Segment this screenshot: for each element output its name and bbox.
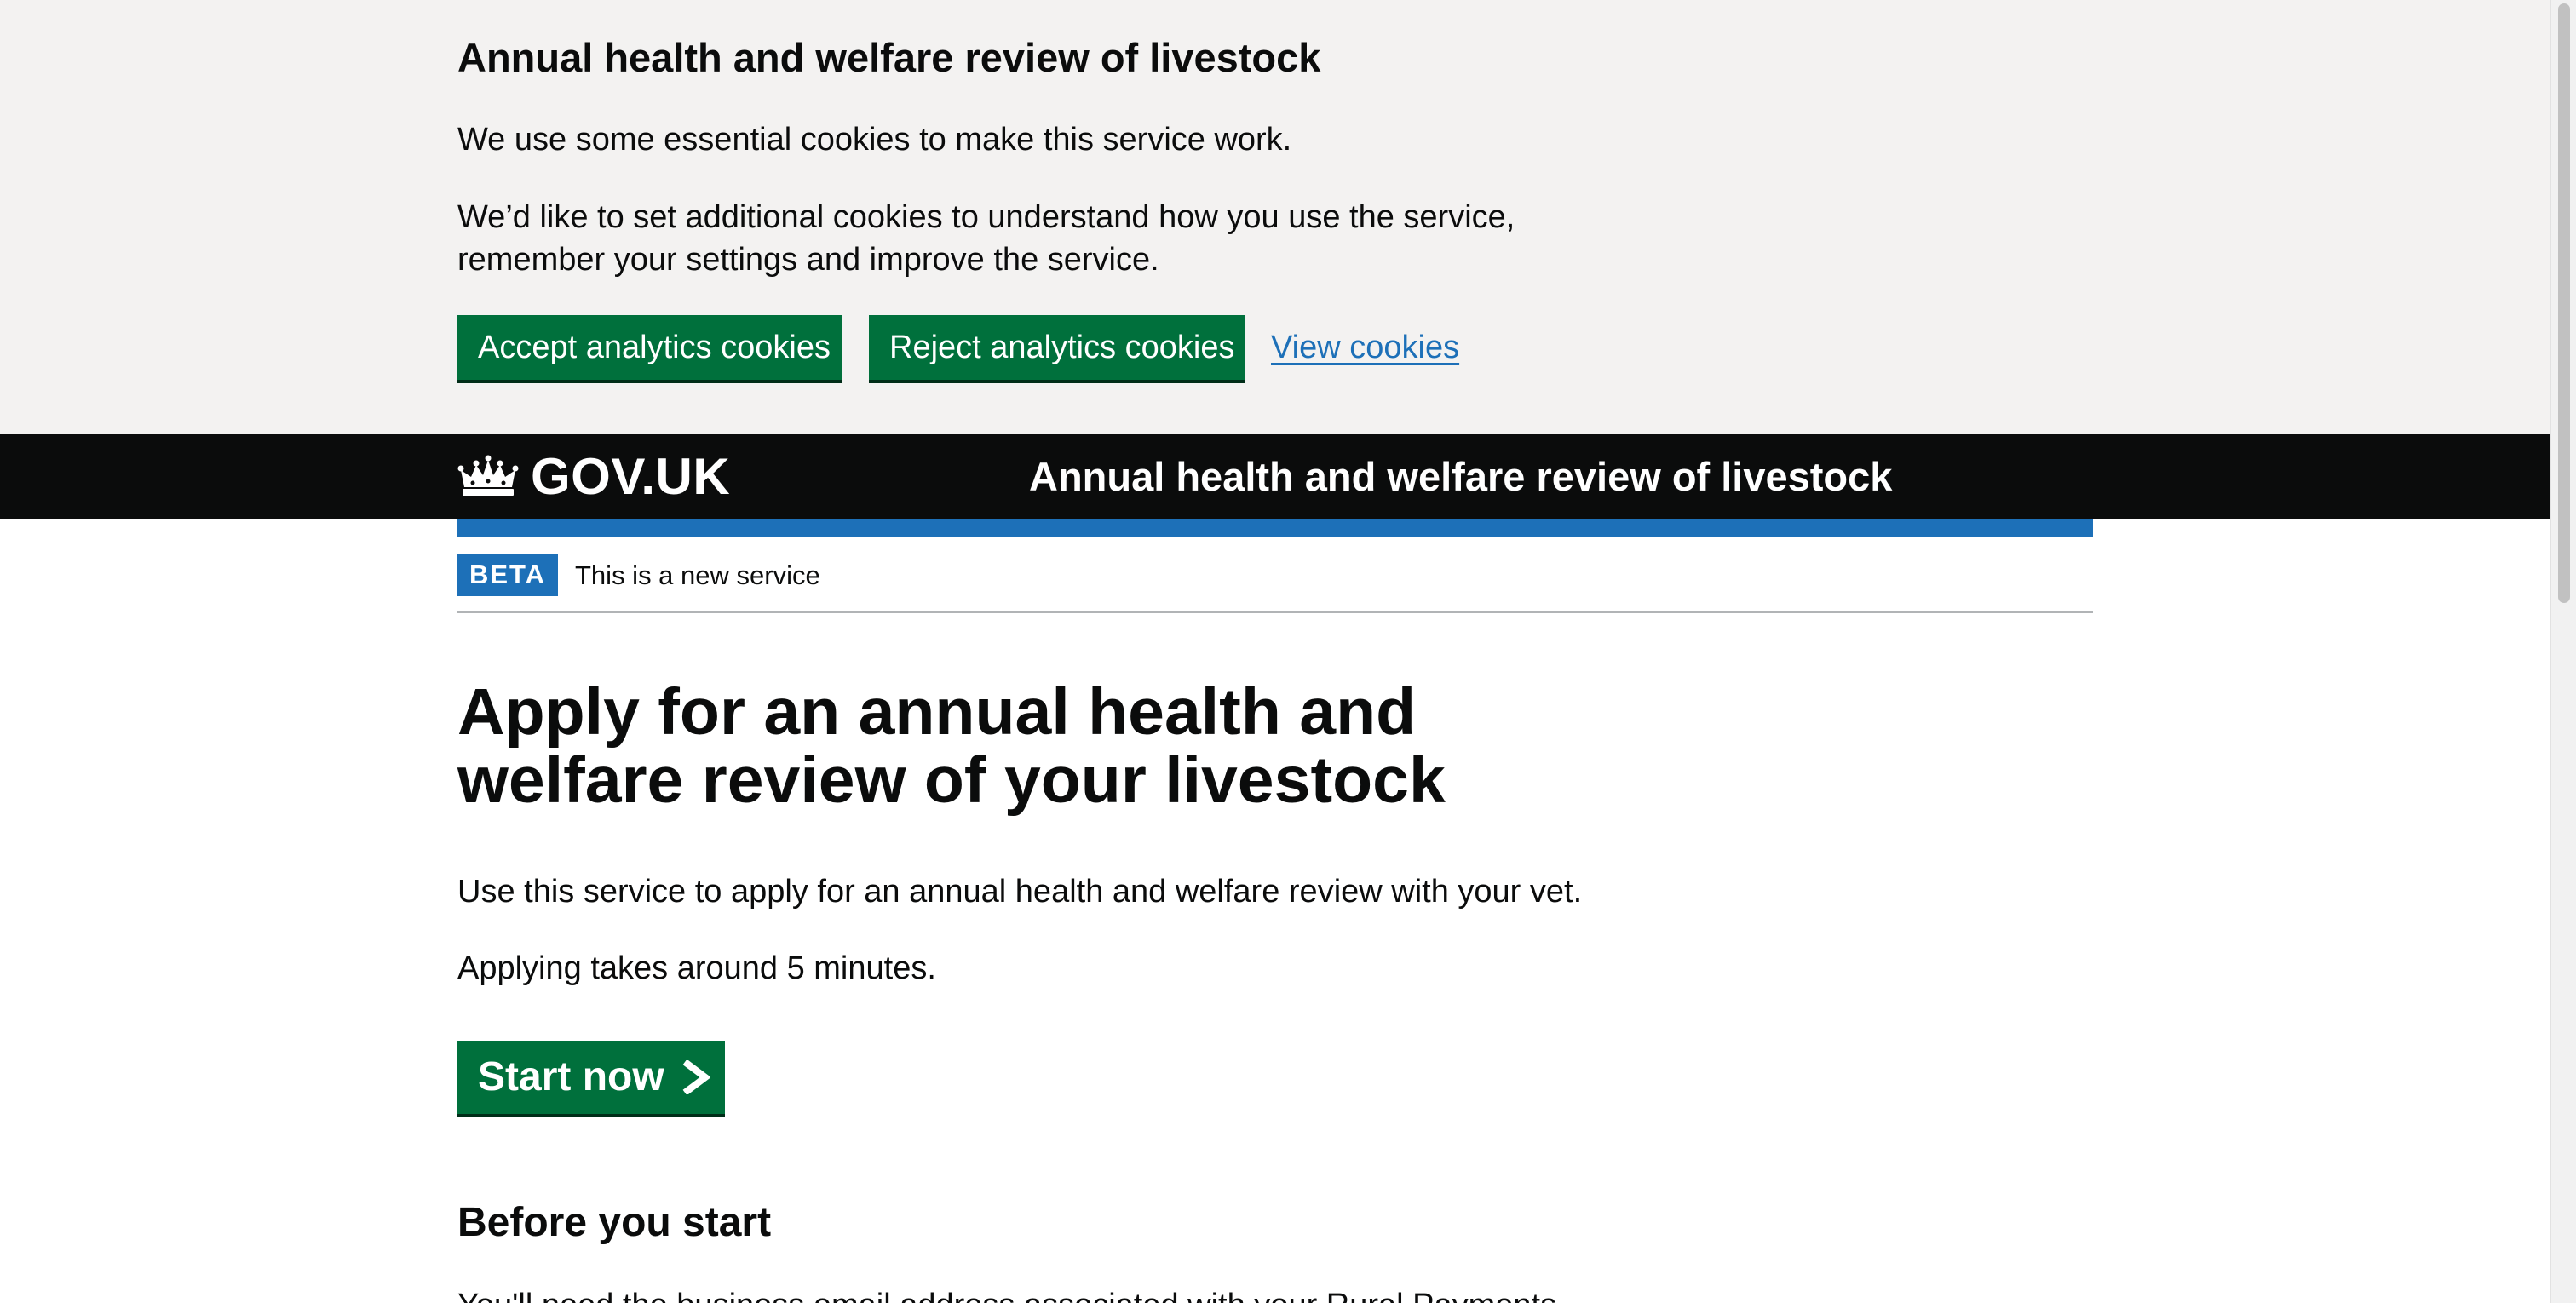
- view-cookies-link[interactable]: View cookies: [1271, 325, 1459, 370]
- start-now-label: Start now: [478, 1054, 664, 1099]
- intro-text: Use this service to apply for an annual …: [457, 874, 1583, 910]
- before-you-start-heading: Before you start: [457, 1200, 772, 1245]
- beta-tag: BETA: [457, 554, 558, 596]
- reject-analytics-cookies-button[interactable]: Reject analytics cookies: [869, 315, 1245, 380]
- cookie-banner: Annual health and welfare review of live…: [0, 0, 2550, 434]
- phase-banner: BETA This is a new service: [457, 537, 2093, 613]
- start-now-button[interactable]: Start now: [457, 1041, 725, 1114]
- duration-text: Applying takes around 5 minutes.: [457, 950, 936, 986]
- govuk-logo-text: GOV.UK: [531, 448, 731, 505]
- crown-icon: [457, 455, 519, 496]
- before-you-start-text: You'll need the business email address a…: [457, 1284, 1650, 1303]
- cookie-banner-essential-text: We use some essential cookies to make th…: [457, 122, 1292, 158]
- accept-analytics-cookies-button[interactable]: Accept analytics cookies: [457, 315, 842, 380]
- page-title: Apply for an annual health and welfare r…: [457, 675, 1446, 817]
- govuk-logo-link[interactable]: GOV.UK: [457, 446, 730, 508]
- cookie-banner-additional-text: We’d like to set additional cookies to u…: [457, 199, 1515, 278]
- scrollbar-thumb[interactable]: [2558, 3, 2570, 603]
- cookie-banner-heading: Annual health and welfare review of live…: [457, 35, 1321, 80]
- chevron-right-icon: [682, 1060, 710, 1094]
- page: Annual health and welfare review of live…: [0, 0, 2576, 1303]
- site-header: GOV.UK Annual health and welfare review …: [0, 434, 2550, 519]
- header-blue-bar: [457, 519, 2093, 537]
- scrollbar[interactable]: [2550, 0, 2576, 1303]
- phase-banner-text: This is a new service: [575, 560, 820, 590]
- service-name-link[interactable]: Annual health and welfare review of live…: [1029, 453, 1892, 501]
